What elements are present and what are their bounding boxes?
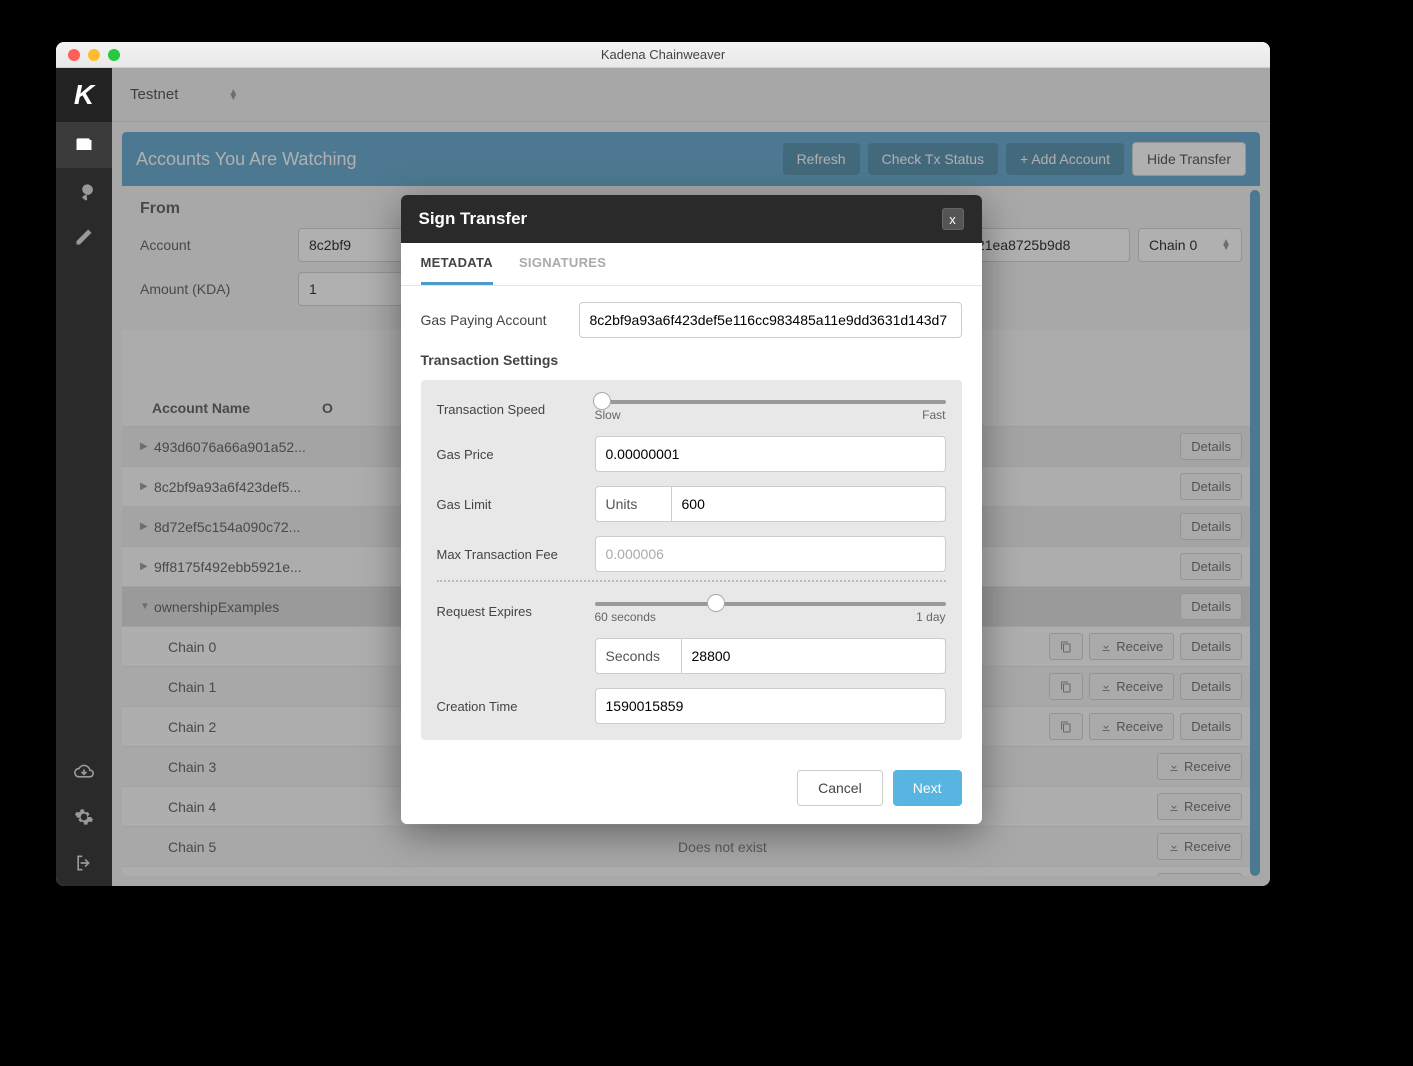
speed-label: Transaction Speed — [437, 402, 595, 417]
expires-max-label: 1 day — [916, 610, 945, 624]
cloud-download-icon — [74, 761, 94, 781]
speed-slider-thumb[interactable] — [593, 392, 611, 410]
gas-price-input[interactable] — [595, 436, 946, 472]
sidebar: K — [56, 68, 112, 886]
separator — [437, 580, 946, 582]
speed-fast-label: Fast — [922, 408, 945, 422]
gas-paying-input[interactable] — [579, 302, 962, 338]
close-window-icon[interactable] — [68, 49, 80, 61]
app-window: Kadena Chainweaver K Testnet ▲▼ — [56, 42, 1270, 886]
creation-time-input[interactable] — [595, 688, 946, 724]
expires-units: Seconds — [595, 638, 681, 674]
next-button[interactable]: Next — [893, 770, 962, 806]
expires-slider[interactable] — [595, 602, 946, 606]
sidebar-item-contracts[interactable] — [56, 214, 112, 260]
pencil-icon — [74, 227, 94, 247]
window-title: Kadena Chainweaver — [56, 47, 1270, 62]
max-fee-input[interactable] — [595, 536, 946, 572]
key-icon — [74, 181, 94, 201]
maximize-window-icon[interactable] — [108, 49, 120, 61]
expires-slider-thumb[interactable] — [707, 594, 725, 612]
gas-limit-input[interactable] — [671, 486, 946, 522]
tab-signatures[interactable]: SIGNATURES — [519, 255, 606, 285]
sidebar-item-logout[interactable] — [56, 840, 112, 886]
wallet-icon — [74, 135, 94, 155]
titlebar: Kadena Chainweaver — [56, 42, 1270, 68]
gas-paying-label: Gas Paying Account — [421, 312, 579, 328]
sidebar-item-wallet[interactable] — [56, 122, 112, 168]
creation-time-label: Creation Time — [437, 699, 595, 714]
sidebar-item-cloud[interactable] — [56, 748, 112, 794]
expires-label: Request Expires — [437, 604, 595, 619]
modal-title: Sign Transfer — [419, 209, 942, 229]
sidebar-item-keys[interactable] — [56, 168, 112, 214]
sidebar-item-settings[interactable] — [56, 794, 112, 840]
tab-metadata[interactable]: METADATA — [421, 255, 493, 285]
app-logo: K — [56, 68, 112, 122]
gas-price-label: Gas Price — [437, 447, 595, 462]
gas-limit-units: Units — [595, 486, 671, 522]
modal-overlay: Sign Transfer x METADATA SIGNATURES Gas … — [112, 68, 1270, 886]
sign-transfer-modal: Sign Transfer x METADATA SIGNATURES Gas … — [401, 195, 982, 824]
gas-limit-label: Gas Limit — [437, 497, 595, 512]
modal-close-button[interactable]: x — [942, 208, 964, 230]
speed-slow-label: Slow — [595, 408, 621, 422]
expires-input[interactable] — [681, 638, 946, 674]
expires-min-label: 60 seconds — [595, 610, 656, 624]
transaction-settings-title: Transaction Settings — [421, 352, 962, 368]
max-fee-label: Max Transaction Fee — [437, 547, 595, 562]
speed-slider[interactable] — [595, 400, 946, 404]
minimize-window-icon[interactable] — [88, 49, 100, 61]
logout-icon — [74, 853, 94, 873]
gear-icon — [74, 807, 94, 827]
cancel-button[interactable]: Cancel — [797, 770, 883, 806]
